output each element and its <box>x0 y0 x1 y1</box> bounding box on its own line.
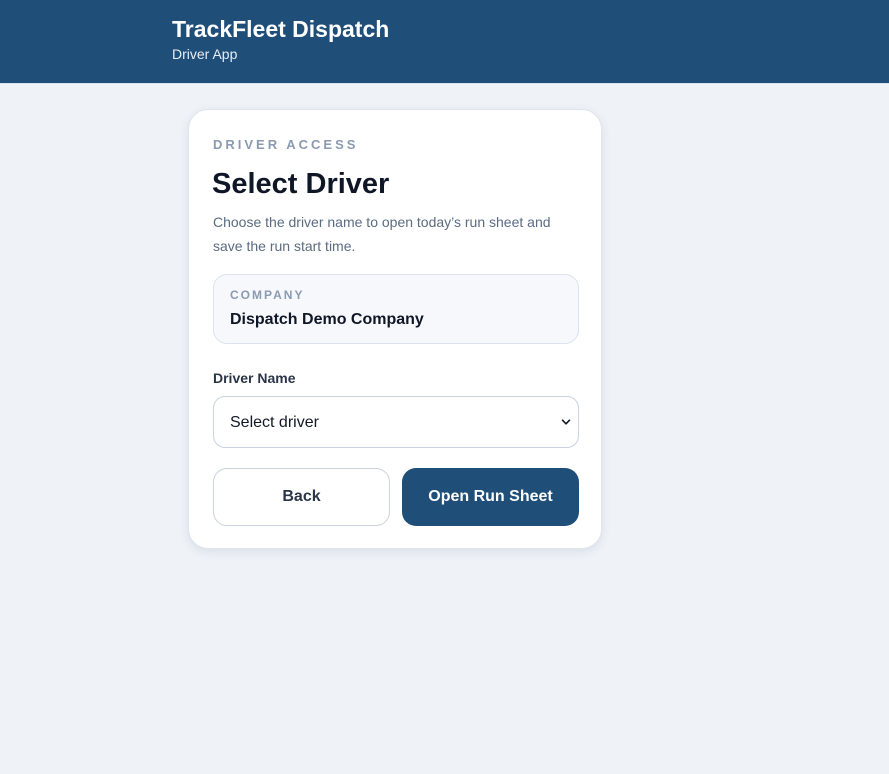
company-info-box: COMPANY Dispatch Demo Company <box>213 274 579 344</box>
back-button[interactable]: Back <box>213 468 390 526</box>
open-run-sheet-button[interactable]: Open Run Sheet <box>402 468 579 526</box>
section-eyebrow: DRIVER ACCESS <box>213 137 359 152</box>
driver-name-label: Driver Name <box>213 370 296 386</box>
app-subtitle: Driver App <box>172 46 238 62</box>
app-header: TrackFleet Dispatch Driver App <box>0 0 889 84</box>
company-label: COMPANY <box>230 288 305 302</box>
page-description: Choose the driver name to open today’s r… <box>213 214 551 254</box>
app-title: TrackFleet Dispatch <box>172 16 390 42</box>
driver-select[interactable]: Select driver <box>213 396 579 448</box>
chevron-down-icon <box>561 419 571 425</box>
company-name: Dispatch Demo Company <box>230 311 424 328</box>
driver-select-value: Select driver <box>230 414 319 431</box>
driver-access-card: DRIVER ACCESS Select Driver Choose the d… <box>188 109 602 549</box>
page-title: Select Driver <box>212 168 390 200</box>
